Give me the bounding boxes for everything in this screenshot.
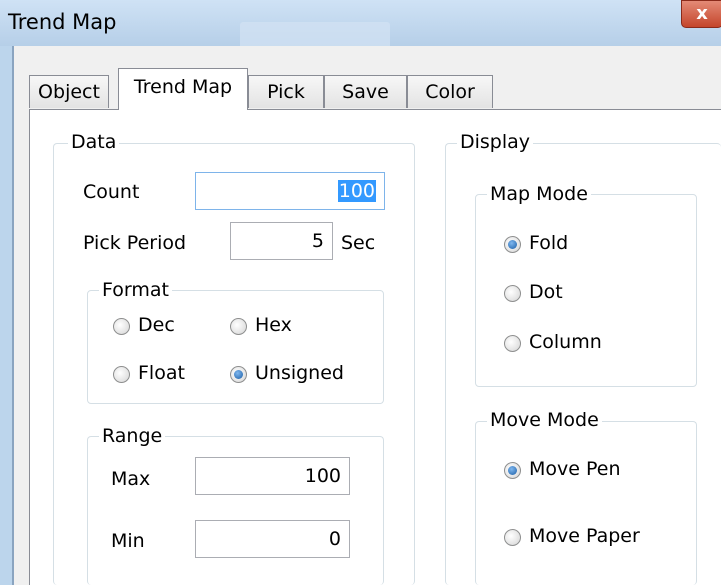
tab-label: Trend Map	[133, 76, 233, 98]
radio-dot-selected-icon	[504, 236, 521, 253]
tab-label: Color	[425, 81, 475, 103]
tab-label: Pick	[267, 81, 305, 103]
move-mode-group-label: Move Mode	[487, 409, 602, 431]
pick-period-value: 5	[311, 230, 324, 252]
count-input[interactable]: 100	[195, 172, 385, 210]
close-button[interactable]: x	[681, 0, 721, 28]
min-input[interactable]: 0	[195, 520, 350, 558]
radio-dot-icon	[504, 285, 521, 302]
title-bar: Trend Map x	[0, 0, 721, 52]
radio-dot-icon	[113, 318, 130, 335]
radio-label: Fold	[529, 232, 569, 254]
max-input[interactable]: 100	[195, 457, 350, 495]
radio-label: Unsigned	[255, 362, 344, 384]
radio-label: Move Pen	[529, 458, 621, 480]
pick-period-unit: Sec	[341, 232, 376, 254]
count-value: 100	[337, 180, 376, 202]
radio-dot-icon	[230, 318, 247, 335]
close-icon: x	[696, 3, 708, 24]
format-group-label: Format	[99, 279, 172, 301]
tab-pick[interactable]: Pick	[248, 75, 324, 108]
range-group-label: Range	[99, 425, 166, 447]
map-mode-group-label: Map Mode	[487, 183, 591, 205]
count-label: Count	[83, 181, 140, 203]
radio-dot-selected-icon	[504, 462, 521, 479]
radio-dot-icon	[504, 335, 521, 352]
move-mode-groupbox	[475, 421, 697, 585]
dialog-frame-edge	[12, 46, 14, 585]
tab-color[interactable]: Color	[407, 75, 493, 108]
tab-label: Object	[38, 81, 100, 103]
data-group-label: Data	[68, 131, 120, 153]
radio-dot-icon	[113, 366, 130, 383]
radio-label: Hex	[255, 314, 292, 336]
radio-label: Float	[138, 362, 185, 384]
radio-label: Column	[529, 331, 602, 353]
tab-label: Save	[342, 81, 389, 103]
pick-period-label: Pick Period	[83, 232, 187, 254]
max-value: 100	[304, 465, 341, 487]
min-label: Min	[111, 530, 145, 552]
radio-dot-icon	[504, 529, 521, 546]
display-group-label: Display	[457, 131, 534, 153]
tab-trend-map[interactable]: Trend Map	[118, 68, 248, 110]
format-groupbox	[87, 290, 384, 404]
radio-label: Dot	[529, 281, 563, 303]
max-label: Max	[111, 468, 151, 490]
min-value: 0	[328, 528, 341, 550]
pick-period-input[interactable]: 5	[230, 222, 333, 260]
radio-label: Dec	[138, 314, 175, 336]
tab-object[interactable]: Object	[29, 75, 109, 108]
radio-label: Move Paper	[529, 525, 640, 547]
window-title: Trend Map	[8, 10, 117, 34]
tab-save[interactable]: Save	[324, 75, 407, 108]
radio-dot-selected-icon	[230, 366, 247, 383]
